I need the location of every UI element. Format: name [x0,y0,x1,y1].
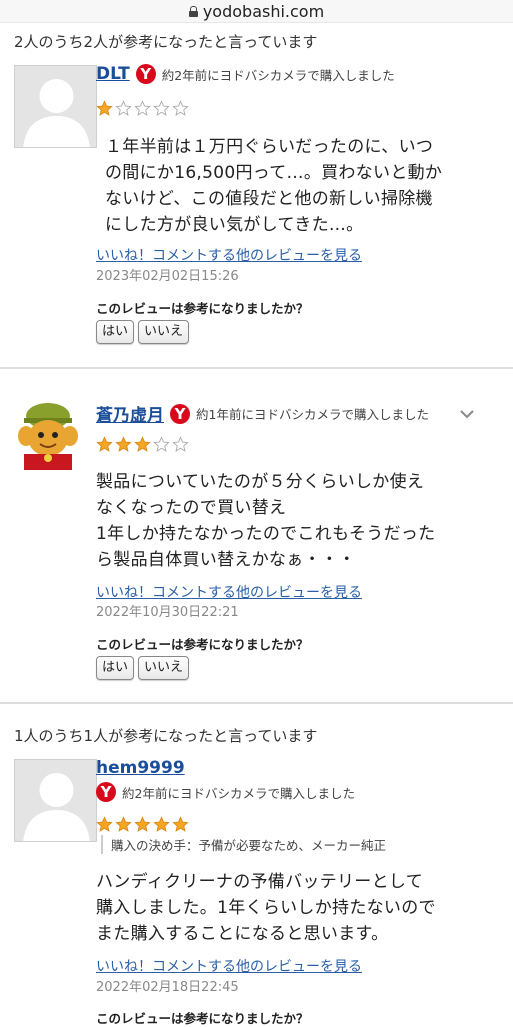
yes-button[interactable]: はい [96,320,135,344]
no-button[interactable]: いいえ [138,656,190,680]
purchase-info: 約1年前にヨドバシカメラで購入しました [196,407,429,422]
star-filled-icon [96,100,113,116]
reviewer-name[interactable]: DLT [96,64,130,84]
review-body-line: 製品についていたのが５分くらいしか使え [96,472,425,492]
review-body-line: ら製品自体買い替えかなぁ・・・ [96,550,356,570]
helpful-question: このレビューは参考になりましたか？ [96,301,309,316]
star-filled-icon [96,816,113,832]
helpful-count: 1人のうち1人が参考になったと言っています [14,727,318,745]
review-body-line: １年半前は１万円ぐらいだったのに、いつ [105,137,434,157]
star-rating [96,436,189,453]
default-avatar-icon [23,773,90,841]
helpful-count: 2人のうち2人が参考になったと言っています [14,33,318,51]
address-bar[interactable]: yodobashi.com [0,0,513,23]
helpful-question: このレビューは参考になりましたか？ [96,1011,309,1026]
review-body: 製品についていたのが５分くらいしか使え なくなったので買い替え 1年しか持たなかった… [96,469,435,573]
star-empty-icon [153,100,170,116]
purchase-info: 約2年前にヨドバシカメラで購入しました [161,67,395,83]
purchase-info: 約2年前にヨドバシカメラで購入しました [122,785,355,801]
review-body-line: ハンディクリーナの予備バッテリーとして [96,872,423,892]
helpful-question: このレビューは参考になりましたか？ [96,637,309,652]
avatar [14,759,97,842]
star-empty-icon [172,100,189,116]
review-body: １年半前は１万円ぐらいだったのに、いつ の間にか16,500円って…。買わないと動… [105,134,442,238]
star-rating [96,100,189,117]
no-button[interactable]: いいえ [138,320,190,344]
yodobashi-badge-icon: Y [96,782,116,802]
star-filled-icon [134,816,151,832]
reviewer-name[interactable]: hem9999 [96,758,185,778]
review-body-line: 購入しました。1年くらいしか持たないので [96,898,436,918]
review-action-links[interactable]: いいね！コメントする他のレビューを見る [96,956,362,976]
star-filled-icon [115,816,132,832]
domain-text: yodobashi.com [202,1,325,21]
review-date: 2022年10月30日22:21 [96,605,239,620]
review-action-links[interactable]: いいね！コメントする他のレビューを見る [96,245,362,265]
yodobashi-badge-icon: Y [135,64,156,84]
yes-button[interactable]: はい [96,656,135,680]
review-date: 2023年02月02日15:26 [96,269,239,284]
lock-icon [188,5,198,17]
review-body-line: また購入することになると思います。 [96,924,389,944]
avatar [14,400,82,470]
star-rating [96,816,189,833]
star-filled-icon [134,436,151,452]
divider [0,702,513,704]
star-filled-icon [172,816,189,832]
review-date: 2022年02月18日22:45 [96,980,239,995]
reviewer-name[interactable]: 蒼乃虚月 [96,401,164,426]
review-body-line: の間にか16,500円って…。買わないと動か [105,163,443,183]
review-body: ハンディクリーナの予備バッテリーとして 購入しました。1年くらいしか持たないのでま… [96,869,436,947]
review-action-links[interactable]: いいね！コメントする他のレビューを見る [96,582,362,602]
character-avatar-icon [14,400,82,470]
star-empty-icon [115,100,132,116]
yodobashi-badge-icon: Y [170,403,190,424]
star-empty-icon [134,100,151,116]
star-filled-icon [96,436,113,452]
star-filled-icon [153,816,170,832]
chevron-down-icon[interactable] [460,404,474,423]
purchase-reason: 購入の決め手：予備が必要なため、メーカー純正 [101,835,386,854]
star-empty-icon [172,436,189,452]
default-avatar-icon [23,79,90,147]
review-body-line: にした方が良い気がしてきた…。 [105,215,364,235]
star-empty-icon [153,436,170,452]
star-filled-icon [115,436,132,452]
review-body-line: なくなったので買い替え [96,498,287,518]
review-body-line: ないけど、この値段だと他の新しい掃除機 [105,189,433,209]
avatar [14,65,97,148]
divider [0,367,513,369]
review-body-line: 1年しか持たなかったのでこれもそうだった [96,524,436,544]
